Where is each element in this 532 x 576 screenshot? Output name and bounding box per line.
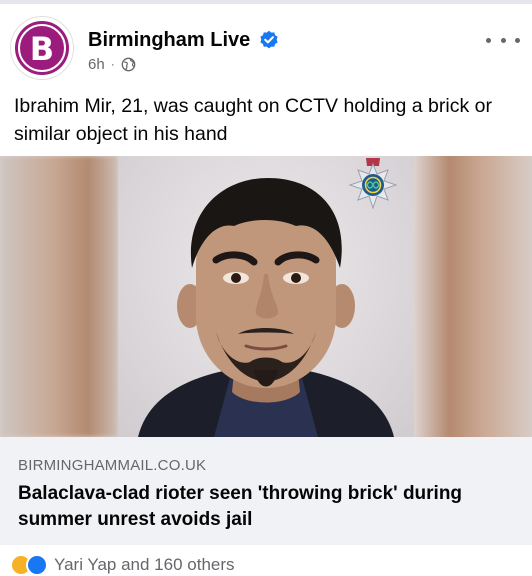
top-divider xyxy=(0,0,532,4)
reaction-count-text: Yari Yap and 160 others xyxy=(54,555,235,574)
page-avatar[interactable]: B xyxy=(10,16,74,80)
page-name-link[interactable]: Birmingham Live xyxy=(88,28,250,52)
globe-icon xyxy=(121,57,136,71)
post-meta: 6h · xyxy=(88,55,136,73)
verified-badge-icon xyxy=(260,30,278,49)
more-options-icon[interactable] xyxy=(486,30,520,50)
image-blur-right xyxy=(414,156,532,437)
like-reaction-icon xyxy=(26,554,48,576)
more-dot xyxy=(500,37,506,43)
more-dot xyxy=(515,37,520,43)
meta-separator: · xyxy=(110,57,115,71)
image-blur-left xyxy=(0,156,118,437)
avatar-circle: B xyxy=(15,21,69,75)
link-preview-image[interactable] xyxy=(0,156,532,437)
custody-photo xyxy=(118,156,414,437)
link-domain: BIRMINGHAMMAIL.CO.UK xyxy=(18,457,207,474)
police-badge-icon xyxy=(348,158,398,210)
post-caption: Ibrahim Mir, 21, was caught on CCTV hold… xyxy=(14,95,492,145)
post-time[interactable]: 6h xyxy=(88,56,105,73)
post-header: B Birmingham Live 6h · xyxy=(0,8,532,82)
link-headline[interactable]: Balaclava-clad rioter seen 'throwing bri… xyxy=(18,481,518,533)
avatar-letter: B xyxy=(29,30,55,68)
more-dot xyxy=(486,37,491,43)
reaction-summary[interactable]: Yari Yap and 160 others xyxy=(10,554,410,576)
